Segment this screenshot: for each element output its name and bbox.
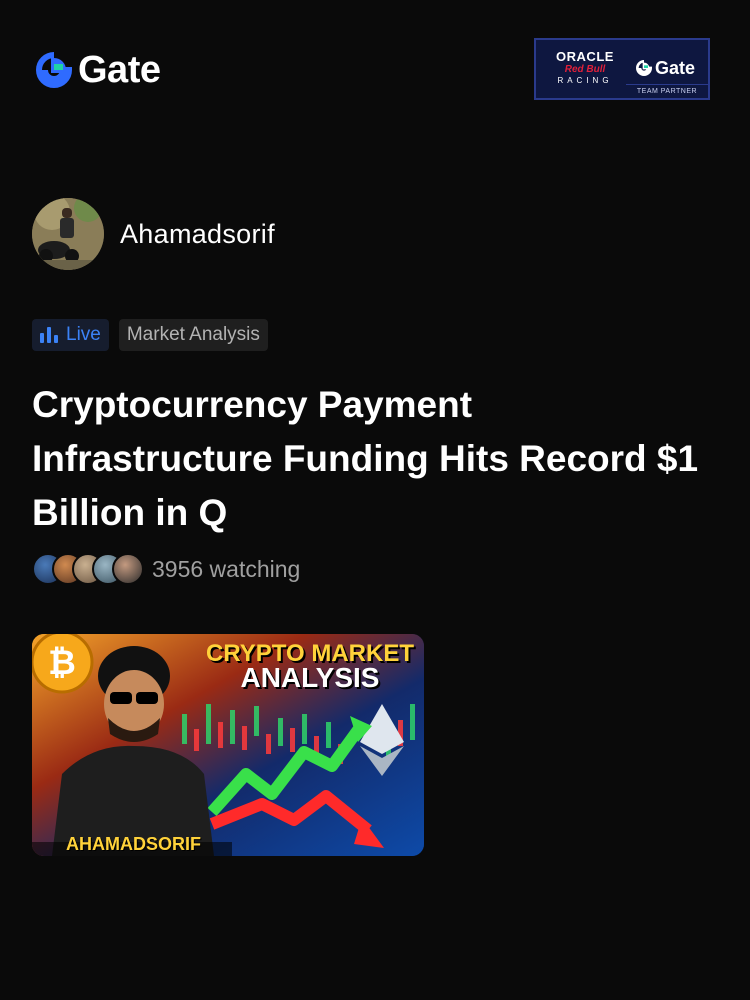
thumbnail-title-line2: ANALYSIS bbox=[240, 662, 380, 693]
partner-gate-icon bbox=[636, 60, 652, 76]
brand-name: Gate bbox=[78, 49, 161, 91]
category-tag[interactable]: Market Analysis bbox=[118, 319, 268, 351]
partner-racing-text: RACING bbox=[557, 76, 613, 85]
svg-text:₿: ₿ bbox=[48, 644, 76, 682]
author-avatar-image bbox=[32, 198, 104, 270]
live-bars-icon bbox=[40, 327, 58, 343]
team-partner-badge: ORACLE Red Bull RACING Gate TEAM PARTNER bbox=[534, 38, 710, 100]
watcher-avatar bbox=[112, 553, 144, 585]
gate-logo-icon bbox=[36, 52, 72, 88]
page: Gate ORACLE Red Bull RACING Gate TEAM PA… bbox=[0, 0, 750, 1000]
partner-oracle-text: ORACLE bbox=[556, 49, 614, 64]
watchers-row: 3956 watching bbox=[32, 553, 300, 585]
author-avatar[interactable] bbox=[32, 198, 104, 270]
thumbnail-author-name: AHAMADSORIF bbox=[66, 834, 201, 854]
tag-row: Live Market Analysis bbox=[32, 319, 268, 351]
live-badge: Live bbox=[32, 319, 109, 351]
live-label: Live bbox=[66, 324, 101, 345]
author-row[interactable]: Ahamadsorif bbox=[32, 198, 275, 270]
partner-gate-text: Gate bbox=[655, 57, 696, 78]
watching-count: 3956 watching bbox=[152, 555, 301, 582]
post-title[interactable]: Cryptocurrency Payment Infrastructure Fu… bbox=[32, 378, 712, 540]
watcher-avatars bbox=[32, 553, 144, 585]
gate-logo[interactable]: Gate bbox=[36, 49, 161, 91]
author-name[interactable]: Ahamadsorif bbox=[120, 219, 275, 250]
partner-redbull-text: Red Bull bbox=[564, 64, 606, 75]
post-thumbnail[interactable]: ₿ CRYPTO MARKET ANALYSIS AHAMADSORIF bbox=[32, 634, 424, 856]
partner-footer: TEAM PARTNER bbox=[626, 84, 708, 98]
